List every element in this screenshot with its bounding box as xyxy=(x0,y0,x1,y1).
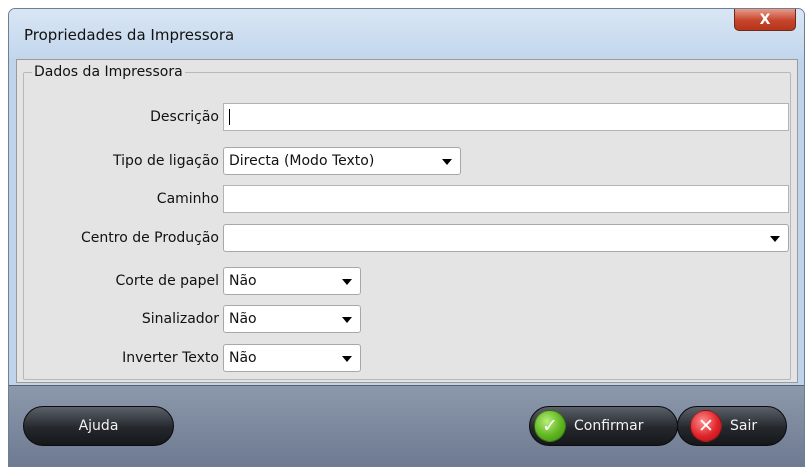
sinalizador-value: Não xyxy=(229,311,257,327)
check-icon: ✓ xyxy=(534,410,566,442)
caminho-label: Caminho xyxy=(156,191,219,207)
title-bar: Propriedades da Impressora X xyxy=(9,9,804,59)
chevron-down-icon xyxy=(770,236,780,242)
content-panel: Dados da Impressora Descrição Tipo de li… xyxy=(16,59,798,383)
tipo-ligacao-label: Tipo de ligação xyxy=(113,153,219,169)
chevron-down-icon xyxy=(442,159,452,165)
exit-button[interactable]: ✕ Sair xyxy=(677,406,787,446)
tipo-ligacao-select[interactable]: Directa (Modo Texto) xyxy=(223,147,461,175)
centro-producao-select[interactable] xyxy=(223,224,789,252)
button-bar: Ajuda ✓ Confirmar ✕ Sair xyxy=(9,385,804,466)
close-button[interactable]: X xyxy=(734,9,796,31)
x-icon: ✕ xyxy=(690,410,722,442)
group-title: Dados da Impressora xyxy=(32,64,185,80)
help-button-label: Ajuda xyxy=(78,418,119,434)
exit-button-label: Sair xyxy=(730,418,758,434)
chevron-down-icon xyxy=(342,279,352,285)
chevron-down-icon xyxy=(342,317,352,323)
chevron-down-icon xyxy=(342,356,352,362)
confirm-button[interactable]: ✓ Confirmar xyxy=(529,406,678,446)
descricao-label: Descrição xyxy=(150,109,219,125)
sinalizador-label: Sinalizador xyxy=(141,311,219,327)
caminho-input[interactable] xyxy=(223,185,789,213)
corte-papel-label: Corte de papel xyxy=(115,273,219,289)
corte-papel-value: Não xyxy=(229,273,257,289)
window-title: Propriedades da Impressora xyxy=(24,26,235,44)
sinalizador-select[interactable]: Não xyxy=(223,305,361,333)
inverter-texto-select[interactable]: Não xyxy=(223,344,361,372)
printer-properties-window: Propriedades da Impressora X Dados da Im… xyxy=(8,8,805,467)
descricao-input[interactable] xyxy=(223,103,789,131)
corte-papel-select[interactable]: Não xyxy=(223,267,361,295)
centro-producao-label: Centro de Produção xyxy=(81,230,219,246)
tipo-ligacao-value: Directa (Modo Texto) xyxy=(229,153,375,169)
text-caret xyxy=(229,109,230,125)
help-button[interactable]: Ajuda xyxy=(23,406,174,446)
inverter-texto-value: Não xyxy=(229,350,257,366)
confirm-button-label: Confirmar xyxy=(574,418,644,434)
close-icon: X xyxy=(759,11,771,28)
inverter-texto-label: Inverter Texto xyxy=(122,350,219,366)
printer-data-groupbox: Dados da Impressora Descrição Tipo de li… xyxy=(23,64,791,380)
